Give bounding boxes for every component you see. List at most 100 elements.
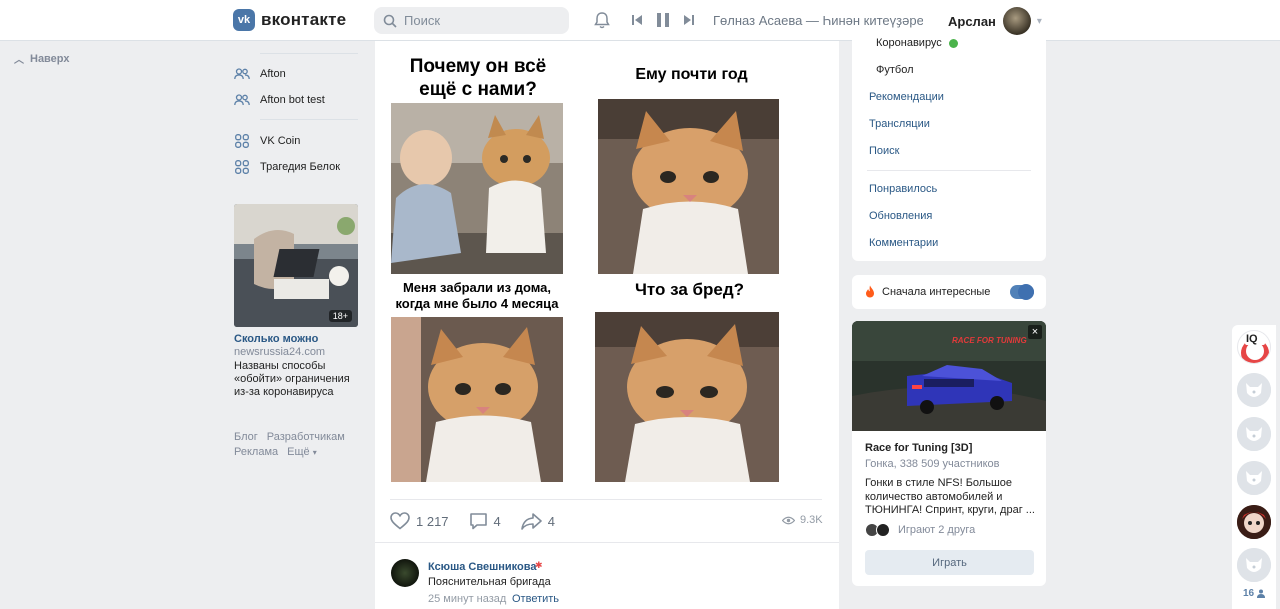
search-input[interactable]	[404, 13, 564, 28]
game-banner-image[interactable]: RACE FOR TUNING	[852, 321, 1046, 431]
chat-avatar-iq[interactable]: IQ	[1237, 330, 1271, 364]
filter-subitem-football[interactable]: Футбол	[876, 64, 914, 76]
vk-logo-icon: vk	[233, 9, 255, 31]
filter-link-comments[interactable]: Комментарии	[869, 237, 938, 249]
comment-icon	[469, 513, 487, 530]
divider	[260, 53, 358, 54]
ad-description[interactable]: Названы способы «обойти» ограничения из-…	[234, 360, 358, 399]
footer-link-ads[interactable]: Реклама	[234, 446, 278, 458]
comment-timestamp[interactable]: 25 минут назад	[428, 593, 506, 605]
game-friends-label: Играют 2 друга	[898, 524, 976, 536]
chat-avatar-dog[interactable]	[1237, 373, 1271, 407]
filter-link-broadcasts[interactable]: Трансляции	[869, 118, 930, 130]
user-avatar	[1002, 7, 1031, 35]
filter-link-liked[interactable]: Понравилось	[869, 183, 937, 195]
views-counter: 9.3K	[782, 514, 823, 526]
meme-caption-top-right: Ему почти год	[635, 66, 748, 83]
notifications-bell-icon[interactable]	[593, 11, 611, 33]
meme-photo-cat-3	[595, 312, 779, 482]
apps-icon	[234, 160, 250, 174]
filter-subitem-coronavirus[interactable]: Коронавирус	[876, 37, 958, 49]
logo-text: вконтакте	[261, 10, 347, 29]
ad-image[interactable]: 18+	[234, 204, 358, 327]
comment-text: Пояснительная бригада	[428, 576, 551, 588]
left-nav-label: Afton bot test	[260, 94, 325, 106]
flame-icon	[865, 285, 875, 301]
share-button[interactable]: 4	[520, 512, 556, 530]
search-icon	[383, 14, 397, 28]
divider	[375, 542, 839, 543]
chat-avatar-dog[interactable]	[1237, 417, 1271, 451]
comment-button[interactable]: 4	[469, 512, 501, 530]
chat-avatar-dog[interactable]	[1237, 548, 1271, 582]
chevron-down-icon: ▾	[1036, 15, 1042, 27]
play-button[interactable]: Играть	[865, 550, 1034, 575]
iq-label: IQ	[1246, 333, 1258, 345]
top-header: vk вконтакте Гөлназ Асаева — Һинән китеү…	[0, 0, 1280, 41]
next-track-icon[interactable]	[683, 14, 694, 26]
friend-avatar	[876, 523, 890, 537]
filter-link-recommendations[interactable]: Рекомендации	[869, 91, 944, 103]
footer-link-more-label: Ещё	[287, 446, 310, 458]
game-meta: Гонка, 338 509 участников	[865, 458, 1000, 470]
footer-links-row: Блог Разработчикам	[234, 431, 345, 443]
left-nav-label: VK Coin	[260, 135, 301, 147]
game-logo-text: RACE FOR TUNING	[952, 336, 1027, 345]
meme-caption-bottom-right: Что за бред?	[634, 280, 745, 299]
likes-count: 1 217	[416, 513, 449, 529]
online-count-value: 16	[1243, 588, 1255, 599]
footer-links-row: Реклама Ещё ▾	[234, 446, 317, 458]
divider	[867, 170, 1031, 171]
game-title[interactable]: Race for Tuning [3D]	[865, 442, 972, 454]
filter-link-updates[interactable]: Обновления	[869, 210, 932, 222]
ad-domain: newsrussia24.com	[234, 346, 326, 358]
left-nav-label: Afton	[260, 68, 286, 80]
chevron-up-icon: ︿	[14, 55, 24, 66]
game-friends: Играют 2 друга	[865, 523, 975, 537]
user-menu[interactable]: Арслан ▾	[948, 7, 1042, 35]
now-playing-track[interactable]: Гөлназ Асаева — Һинән китеүҙәре...	[713, 13, 923, 28]
scroll-to-top-link[interactable]: ︿ Наверх	[14, 51, 70, 67]
search-box[interactable]	[374, 7, 569, 34]
ad-title[interactable]: Сколько можно	[234, 333, 318, 345]
footer-link-more[interactable]: Ещё ▾	[287, 446, 317, 458]
footer-link-developers[interactable]: Разработчикам	[267, 431, 345, 443]
previous-track-icon[interactable]	[632, 14, 643, 26]
chat-avatar-red[interactable]	[1237, 505, 1271, 539]
chat-avatar-dog[interactable]	[1237, 461, 1271, 495]
online-friends-count[interactable]: 16	[1243, 588, 1266, 599]
left-nav-group-afton[interactable]: Afton	[234, 67, 286, 81]
left-nav-group-afton-bot-test[interactable]: Afton bot test	[234, 93, 325, 107]
commenter-avatar[interactable]	[391, 559, 419, 587]
left-nav-app-tragedy[interactable]: Трагедия Белок	[234, 160, 340, 174]
footer-link-blog[interactable]: Блог	[234, 431, 258, 443]
left-nav-app-vk-coin[interactable]: VK Coin	[234, 134, 300, 148]
reply-link[interactable]: Ответить	[512, 593, 559, 605]
divider	[390, 499, 822, 500]
like-button[interactable]: 1 217	[390, 512, 449, 530]
interesting-first-toggle[interactable]	[1010, 284, 1034, 300]
meme-photo-cat-1	[598, 99, 779, 274]
eye-icon	[782, 516, 795, 524]
meme-caption-bottom-left: Меня забрали из дома, когда мне было 4 м…	[395, 280, 559, 311]
vk-logo[interactable]: vk вконтакте	[233, 9, 346, 31]
filter-link-search[interactable]: Поиск	[869, 145, 899, 157]
comment-author[interactable]: Ксюша Свешникова	[428, 561, 537, 573]
users-icon	[234, 67, 250, 81]
users-icon	[234, 93, 250, 107]
meme-photo-cat-2	[391, 317, 563, 482]
shares-count: 4	[547, 513, 556, 529]
views-count: 9.3K	[800, 514, 823, 526]
close-icon[interactable]: ×	[1028, 325, 1042, 339]
left-nav-label: Трагедия Белок	[260, 161, 341, 173]
meme-caption-top-left: Почему он всё ещё с нами?	[409, 56, 547, 100]
user-name: Арслан	[948, 13, 996, 29]
age-restriction-badge: 18+	[328, 310, 352, 322]
virus-icon	[948, 38, 958, 48]
flower-icon: ✱	[535, 560, 543, 570]
audio-player	[632, 13, 694, 27]
share-icon	[520, 512, 542, 530]
pause-icon[interactable]	[657, 13, 669, 27]
post-actions: 1 217 4 4	[390, 512, 575, 530]
filter-subitem-label: Коронавирус	[876, 37, 942, 49]
